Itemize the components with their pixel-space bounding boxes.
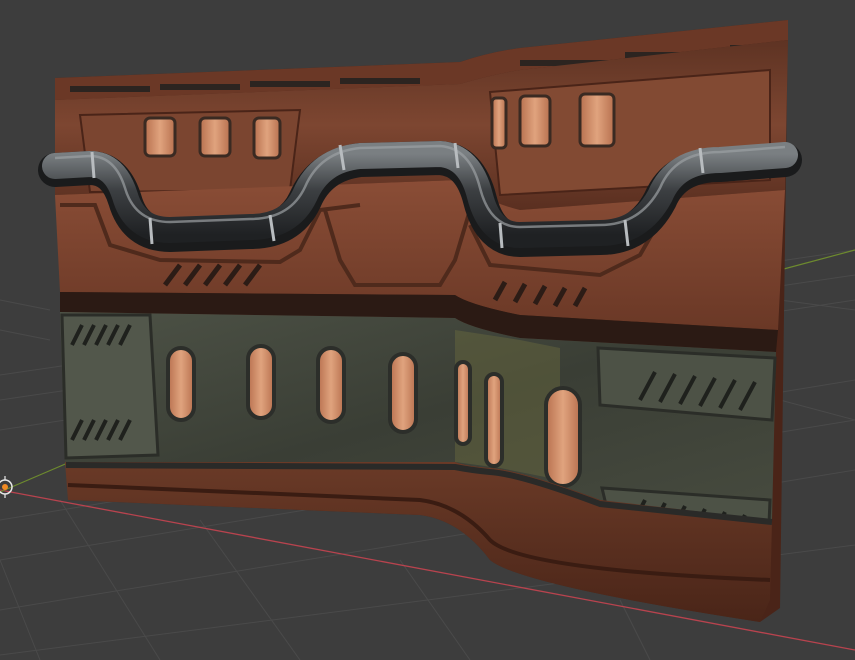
window-light [518, 94, 552, 148]
y-axis-line-far [779, 249, 855, 271]
window-light [166, 346, 196, 422]
window-light [490, 96, 508, 150]
3d-viewport[interactable] [0, 0, 855, 660]
scifi-wall-mesh[interactable] [38, 20, 802, 622]
window-light [252, 116, 282, 160]
window-light [198, 116, 232, 158]
window-light [484, 372, 504, 468]
window-light [143, 116, 177, 158]
window-light [388, 352, 418, 434]
y-axis-line [0, 461, 71, 493]
window-light [246, 344, 276, 420]
window-light [578, 92, 616, 148]
window-light [454, 360, 472, 446]
window-light [316, 346, 346, 424]
window-light [544, 386, 582, 488]
viewport-canvas[interactable] [0, 0, 855, 660]
